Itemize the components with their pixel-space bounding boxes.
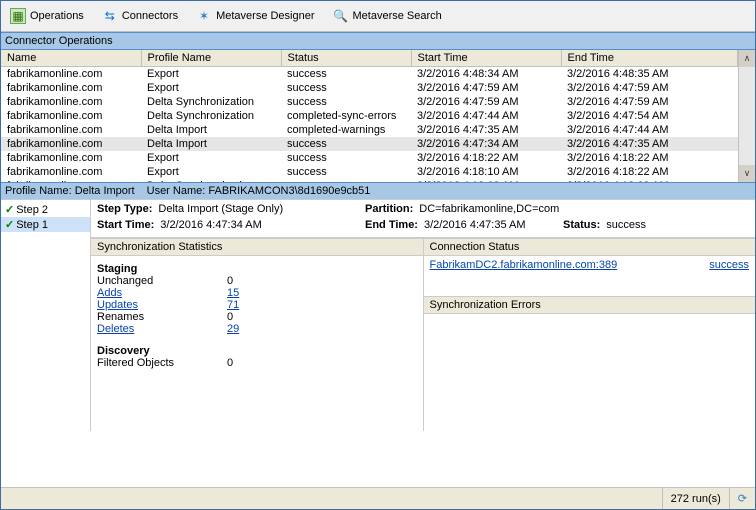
panels: Synchronization Statistics Staging Uncha… — [91, 238, 755, 431]
status-runs: 272 run(s) — [662, 488, 729, 509]
user-name-label: User Name: — [147, 185, 206, 197]
detail-right: Step Type: Delta Import (Stage Only) Part… — [91, 200, 755, 431]
end-time-value: 3/2/2016 4:47:35 AM — [424, 219, 526, 231]
operations-grid: Name Profile Name Status Start Time End … — [1, 50, 738, 182]
unchanged-label: Unchanged — [97, 275, 227, 287]
start-time-label: Start Time: — [97, 219, 154, 231]
toolbar-designer-label: Metaverse Designer — [216, 10, 314, 22]
renames-value: 0 — [227, 311, 233, 323]
step-label: Step 2 — [16, 204, 48, 216]
deletes-link[interactable]: Deletes — [97, 323, 227, 335]
col-profile[interactable]: Profile Name — [141, 50, 281, 67]
updates-value[interactable]: 71 — [227, 299, 239, 311]
step-type-value: Delta Import (Stage Only) — [158, 203, 283, 215]
toolbar-operations[interactable]: ▦ Operations — [5, 5, 93, 27]
search-icon: 🔍 — [333, 8, 349, 24]
discovery-group: Discovery — [97, 345, 417, 357]
connector-operations-header: Connector Operations — [1, 32, 755, 50]
scroll-up-icon[interactable]: ∧ — [739, 50, 755, 67]
table-row[interactable]: fabrikamonline.comDelta Synchronizations… — [1, 179, 738, 182]
statusbar: 272 run(s) ⟳ — [1, 487, 755, 509]
toolbar-connectors-label: Connectors — [122, 10, 178, 22]
scroll-down-icon[interactable]: ∨ — [739, 165, 755, 182]
step-item[interactable]: ✓Step 2 — [1, 202, 90, 217]
status-refresh-icon[interactable]: ⟳ — [729, 488, 755, 509]
toolbar-search-label: Metaverse Search — [353, 10, 442, 22]
profile-name-value: Delta Import — [75, 185, 135, 197]
right-panels: Connection Status FabrikamDC2.fabrikamon… — [423, 238, 756, 431]
adds-link[interactable]: Adds — [97, 287, 227, 299]
unchanged-value: 0 — [227, 275, 233, 287]
status-value: success — [606, 219, 646, 231]
designer-icon: ✶ — [196, 8, 212, 24]
partition-label: Partition: — [365, 203, 413, 215]
user-name-value: FABRIKAMCON3\8d1690e9cb51 — [208, 185, 370, 197]
table-row[interactable]: fabrikamonline.comExportsuccess3/2/2016 … — [1, 151, 738, 165]
check-icon: ✓ — [5, 218, 14, 231]
sync-stats-header: Synchronization Statistics — [91, 238, 423, 256]
table-row[interactable]: fabrikamonline.comDelta Synchronizationc… — [1, 109, 738, 123]
conn-status-link[interactable]: success — [709, 259, 749, 271]
table-row[interactable]: fabrikamonline.comExportsuccess3/2/2016 … — [1, 165, 738, 179]
table-row[interactable]: fabrikamonline.comExportsuccess3/2/2016 … — [1, 67, 738, 82]
toolbar-search[interactable]: 🔍 Metaverse Search — [328, 5, 451, 27]
renames-label: Renames — [97, 311, 227, 323]
filtered-value: 0 — [227, 357, 233, 369]
updates-link[interactable]: Updates — [97, 299, 227, 311]
table-row[interactable]: fabrikamonline.comExportsuccess3/2/2016 … — [1, 81, 738, 95]
filtered-label: Filtered Objects — [97, 357, 227, 369]
partition-value: DC=fabrikamonline,DC=com — [419, 203, 559, 215]
end-time-label: End Time: — [365, 219, 418, 231]
conn-server-link[interactable]: FabrikamDC2.fabrikamonline.com:389 — [430, 259, 618, 271]
toolbar: ▦ Operations ⇆ Connectors ✶ Metaverse De… — [1, 1, 755, 32]
col-start[interactable]: Start Time — [411, 50, 561, 67]
step-type-label: Step Type: — [97, 203, 152, 215]
sync-errors-header: Synchronization Errors — [424, 296, 756, 314]
col-name[interactable]: Name — [1, 50, 141, 67]
sync-errors-body — [424, 314, 756, 431]
profile-name-label: Profile Name: — [5, 185, 72, 197]
step-label: Step 1 — [16, 219, 48, 231]
toolbar-designer[interactable]: ✶ Metaverse Designer — [191, 5, 323, 27]
profile-bar: Profile Name: Delta Import User Name: FA… — [1, 182, 755, 199]
table-row[interactable]: fabrikamonline.comDelta Synchronizations… — [1, 95, 738, 109]
status-label: Status: — [563, 219, 600, 231]
step-info: Step Type: Delta Import (Stage Only) Part… — [91, 200, 755, 238]
deletes-value[interactable]: 29 — [227, 323, 239, 335]
grid-header-row: Name Profile Name Status Start Time End … — [1, 50, 738, 67]
details-area: ✓Step 2✓Step 1 Step Type: Delta Import (S… — [1, 199, 755, 431]
col-status[interactable]: Status — [281, 50, 411, 67]
check-icon: ✓ — [5, 203, 14, 216]
staging-group: Staging — [97, 263, 417, 275]
steps-list: ✓Step 2✓Step 1 — [1, 200, 91, 431]
sync-stats-panel: Synchronization Statistics Staging Uncha… — [91, 238, 423, 431]
toolbar-connectors[interactable]: ⇆ Connectors — [97, 5, 187, 27]
table-row[interactable]: fabrikamonline.comDelta Importsuccess3/2… — [1, 137, 738, 151]
operations-icon: ▦ — [10, 8, 26, 24]
adds-value[interactable]: 15 — [227, 287, 239, 299]
start-time-value: 3/2/2016 4:47:34 AM — [160, 219, 262, 231]
table-row[interactable]: fabrikamonline.comDelta Importcompleted-… — [1, 123, 738, 137]
step-item[interactable]: ✓Step 1 — [1, 217, 90, 232]
toolbar-operations-label: Operations — [30, 10, 84, 22]
connectors-icon: ⇆ — [102, 8, 118, 24]
conn-status-header: Connection Status — [424, 238, 756, 256]
grid-scrollbar[interactable]: ∧ ∨ — [738, 50, 755, 182]
col-end[interactable]: End Time — [561, 50, 738, 67]
